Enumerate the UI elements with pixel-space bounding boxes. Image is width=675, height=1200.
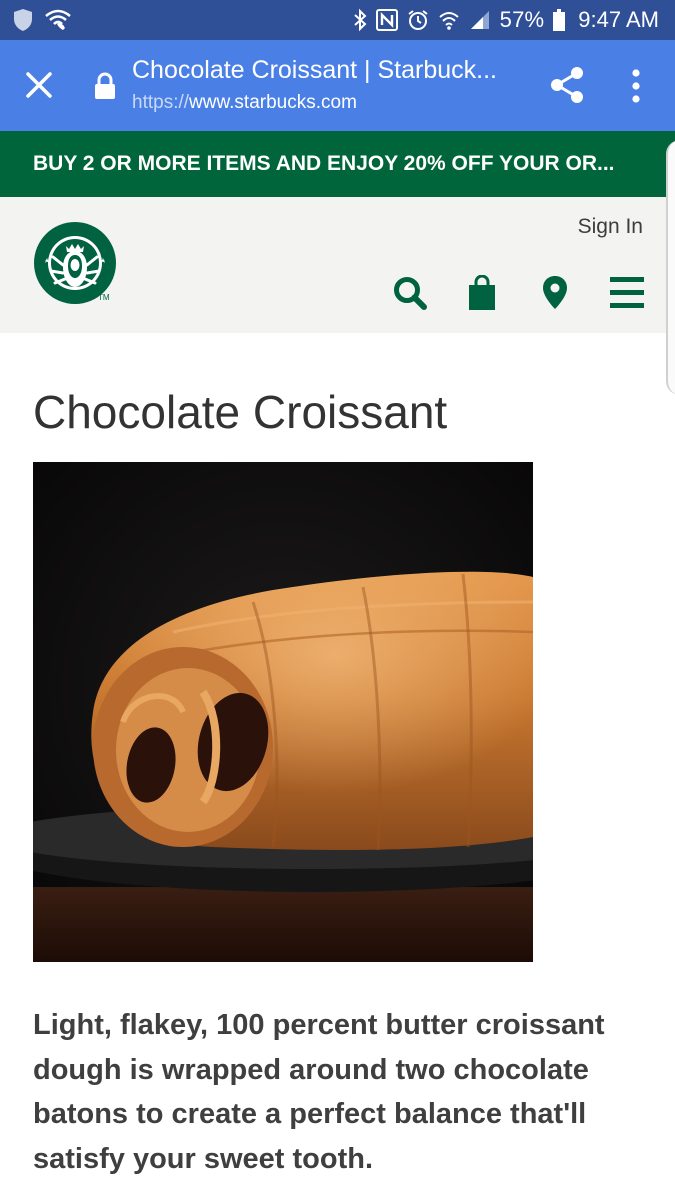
clock: 9:47 AM	[578, 7, 659, 32]
promo-banner[interactable]: BUY 2 OR MORE ITEMS AND ENJOY 20% OFF YO…	[0, 131, 675, 197]
alarm-icon	[408, 10, 428, 30]
bluetooth-icon	[353, 8, 367, 32]
wifi-icon	[438, 12, 459, 30]
battery-percent: 57%	[499, 7, 545, 32]
shield-icon	[14, 9, 32, 31]
product-title: Chocolate Croissant	[33, 386, 448, 438]
signal-icon	[470, 11, 489, 29]
wifi-call-icon	[45, 9, 71, 30]
site-header: TM Sign In	[0, 197, 675, 333]
sign-in-link[interactable]: Sign In	[578, 215, 643, 239]
product-image	[33, 462, 533, 962]
status-bar: 57% 9:47 AM	[0, 0, 675, 40]
promo-text: BUY 2 OR MORE ITEMS AND ENJOY 20% OFF YO…	[33, 152, 615, 175]
url-scheme: https://	[132, 92, 190, 113]
status-right-icons: 57% 9:47 AM	[353, 7, 659, 33]
browser-toolbar: Chocolate Croissant | Starbuck... https:…	[0, 40, 675, 131]
page-url[interactable]: https://www.starbucks.com	[132, 92, 357, 114]
croissant-photo	[33, 462, 533, 962]
close-icon[interactable]	[24, 70, 54, 100]
location-pin-icon[interactable]	[542, 275, 568, 311]
status-left-icons	[12, 8, 72, 32]
share-icon[interactable]	[549, 66, 585, 104]
overflow-menu-icon[interactable]	[628, 68, 644, 104]
search-icon[interactable]	[392, 275, 428, 311]
url-host: www.starbucks.com	[189, 92, 357, 113]
page-title[interactable]: Chocolate Croissant | Starbuck...	[132, 56, 532, 85]
battery-icon	[553, 9, 566, 31]
trademark-mark: TM	[98, 293, 110, 302]
hamburger-menu-icon[interactable]	[610, 275, 644, 309]
product-description: Light, flakey, 100 percent butter croiss…	[33, 1009, 605, 1175]
lock-icon	[95, 72, 115, 99]
nfc-icon	[375, 9, 398, 31]
page-scroll-indicator	[666, 140, 675, 395]
bag-icon[interactable]	[468, 275, 496, 311]
